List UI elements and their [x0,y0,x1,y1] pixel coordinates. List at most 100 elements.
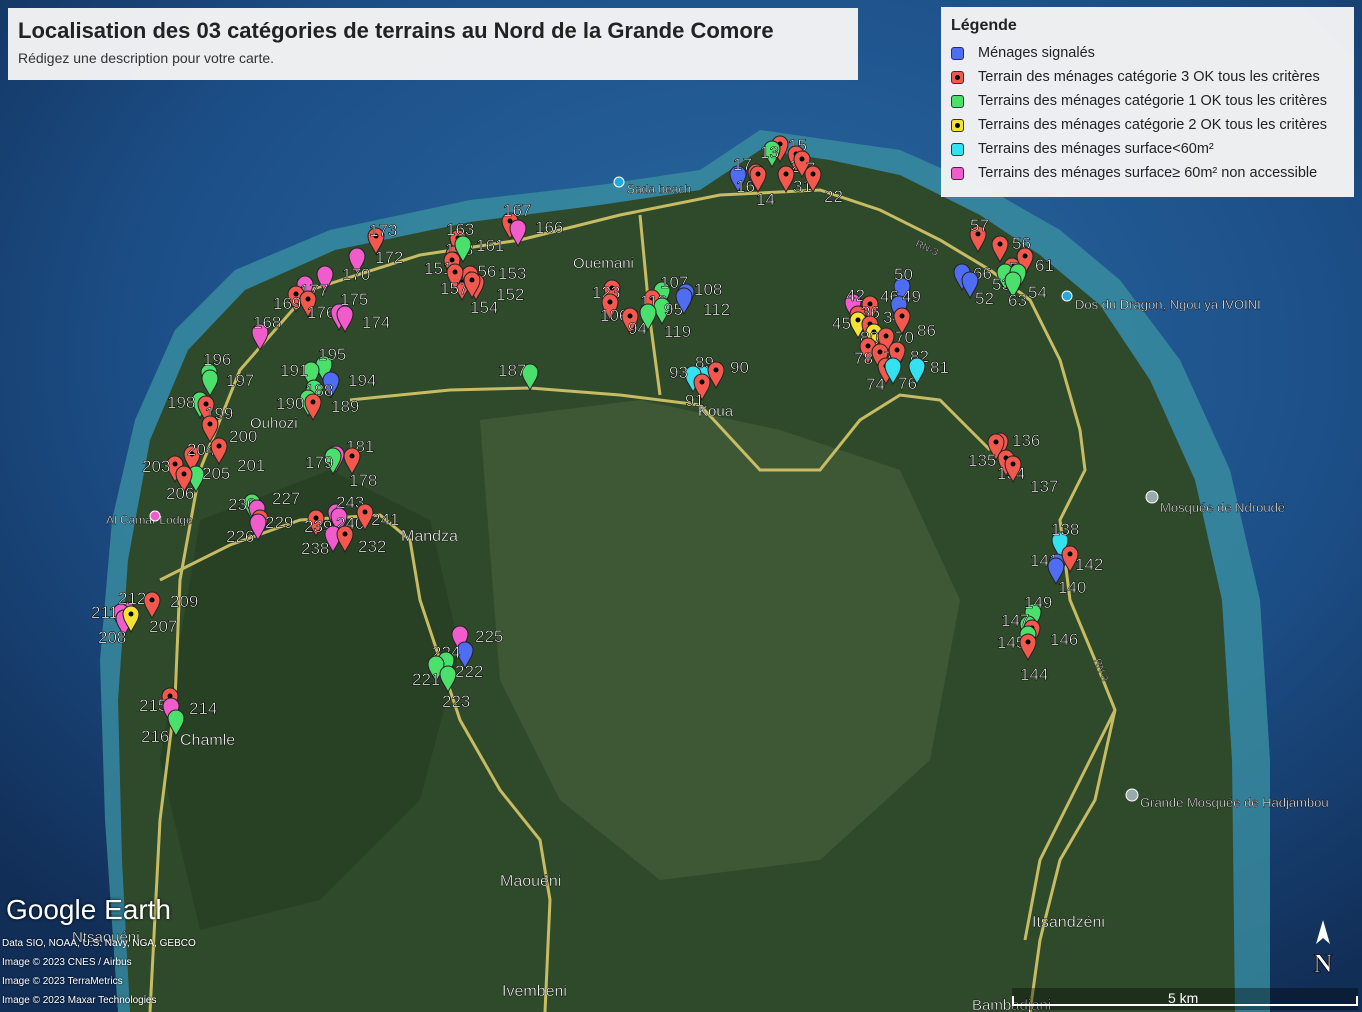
place-ivembeni: Ivembeni [502,983,567,1000]
marker-label: 205 [202,464,230,483]
marker-label: 173 [369,221,397,240]
marker-label: 63 [1008,291,1027,310]
marker-label: 172 [375,248,403,267]
marker-label: 238 [301,539,329,558]
legend-item: Terrains des ménages catégorie 1 OK tous… [951,89,1344,113]
marker-label: 195 [318,345,346,364]
attribution-line: Image © 2023 TerraMetrics [2,976,123,987]
marker-label: 174 [362,313,390,332]
marker-label: 201 [237,456,265,475]
marker-label: 146 [1050,630,1078,649]
place-koua: Koua [698,403,734,420]
attribution-line: Image © 2023 Maxar Technologies [2,995,157,1006]
legend-swatch-icon [951,70,964,84]
marker-label: 226 [226,527,254,546]
marker-label: 196 [203,350,231,369]
place-al-camar-lodge: Al Camar Lodge [106,513,193,527]
marker-label: 179 [305,453,333,472]
marker-label: 189 [331,397,359,416]
legend-swatch-icon [951,94,964,108]
marker-label: 136 [1012,431,1040,450]
legend-item: Terrain des ménages catégorie 3 OK tous … [951,65,1344,89]
marker-label: 152 [496,285,524,304]
marker-label: 169 [273,294,301,313]
marker-label: 74 [866,375,885,394]
marker-label: 168 [253,313,281,332]
marker-label: 208 [98,628,126,647]
legend-item: Ménages signalés [951,41,1344,65]
mosque-hadjambou-icon[interactable] [1125,788,1139,802]
legend-item: Terrains des ménages surface<60m² [951,137,1344,161]
place-mosquee-ndroude: Mosquée de Ndroudé [1160,500,1285,515]
marker-label: 112 [703,300,730,319]
marker-label: 232 [358,537,386,556]
google-earth-logo: Google Earth [6,894,171,925]
marker-label: 229 [265,513,293,532]
marker-label: 149 [1024,593,1052,612]
marker-label: 14 [756,190,775,209]
marker-label: 178 [349,471,377,490]
mosque-ndroude-icon[interactable] [1145,490,1159,504]
marker-label: 216 [141,727,169,746]
marker-label: 221 [412,670,440,689]
marker-label: 223 [442,692,470,711]
marker-label: 108 [694,280,722,299]
legend-swatch-icon [951,166,964,180]
legend-panel: Légende Ménages signalés Terrain des ména… [941,7,1354,197]
marker-label: 52 [975,289,994,308]
marker-label: 225 [475,627,503,646]
marker-label: 13 [760,143,779,162]
marker-label: 211 [91,603,118,622]
scale-label: 5 km [1168,990,1199,1006]
map-title-panel: Localisation des 03 catégories de terrai… [8,8,858,80]
legend-label: Terrains des ménages surface≥ 60m² non a… [978,165,1318,181]
legend-label: Terrain des ménages catégorie 3 OK tous … [978,69,1320,85]
marker-label: 54 [1028,283,1047,302]
marker-label: 153 [498,264,526,283]
marker-label: 138 [1051,520,1079,539]
marker-label: 203 [142,457,170,476]
place-dos-du-dragon: Dos du Dragon, Ngou ya IVOINI [1075,297,1261,312]
map-description[interactable]: Rédigez une description pour votre carte… [18,50,848,66]
marker-label: 194 [348,371,376,390]
scale-bar: 5 km [1012,988,1358,1010]
north-arrow-icon: N [1313,920,1333,978]
marker-label: 140 [1058,578,1086,597]
marker-label: 161 [476,236,504,255]
legend-swatch-icon [951,142,964,156]
marker-label: 45 [832,314,851,333]
dragon-poi-icon[interactable] [1061,290,1073,302]
marker-label: 93 [669,363,688,382]
lodge-poi-icon[interactable] [149,510,161,522]
legend-swatch-icon [951,118,964,132]
marker-label: 170 [342,265,370,284]
marker-label: 142 [1075,555,1103,574]
marker-label: 86 [917,321,936,340]
marker-label: 81 [930,358,949,377]
legend-label: Terrains des ménages catégorie 2 OK tous… [978,117,1327,133]
place-mandza: Mandza [401,528,458,545]
attribution-line: Image © 2023 CNES / Airbus [2,957,132,968]
marker-label: 222 [455,662,483,681]
beach-poi-icon[interactable] [613,176,625,188]
marker-label: 197 [226,371,254,390]
legend-label: Ménages signalés [978,45,1095,61]
marker-label: 90 [730,358,749,377]
marker-label: 191 [280,361,308,380]
marker-label: 214 [189,699,217,718]
place-sada-beach: Sada beach [627,182,691,196]
marker-label: 154 [470,298,498,317]
legend-item: Terrains des ménages catégorie 2 OK tous… [951,113,1344,137]
marker-label: 166 [535,218,563,237]
place-maoueni: Maouéni [500,873,561,890]
marker-label: 49 [902,287,921,306]
marker-label: 57 [970,216,989,235]
marker-label: 206 [166,484,194,503]
marker-label: 167 [503,201,531,220]
marker-label: 207 [149,617,177,636]
north-label: N [1314,949,1333,978]
marker-label: 50 [894,265,913,284]
place-ouhozi: Ouhozi [250,415,298,432]
legend-label: Terrains des ménages surface<60m² [978,141,1214,157]
attribution-line: Data SIO, NOAA, U.S. Navy, NGA, GEBCO [2,938,196,949]
